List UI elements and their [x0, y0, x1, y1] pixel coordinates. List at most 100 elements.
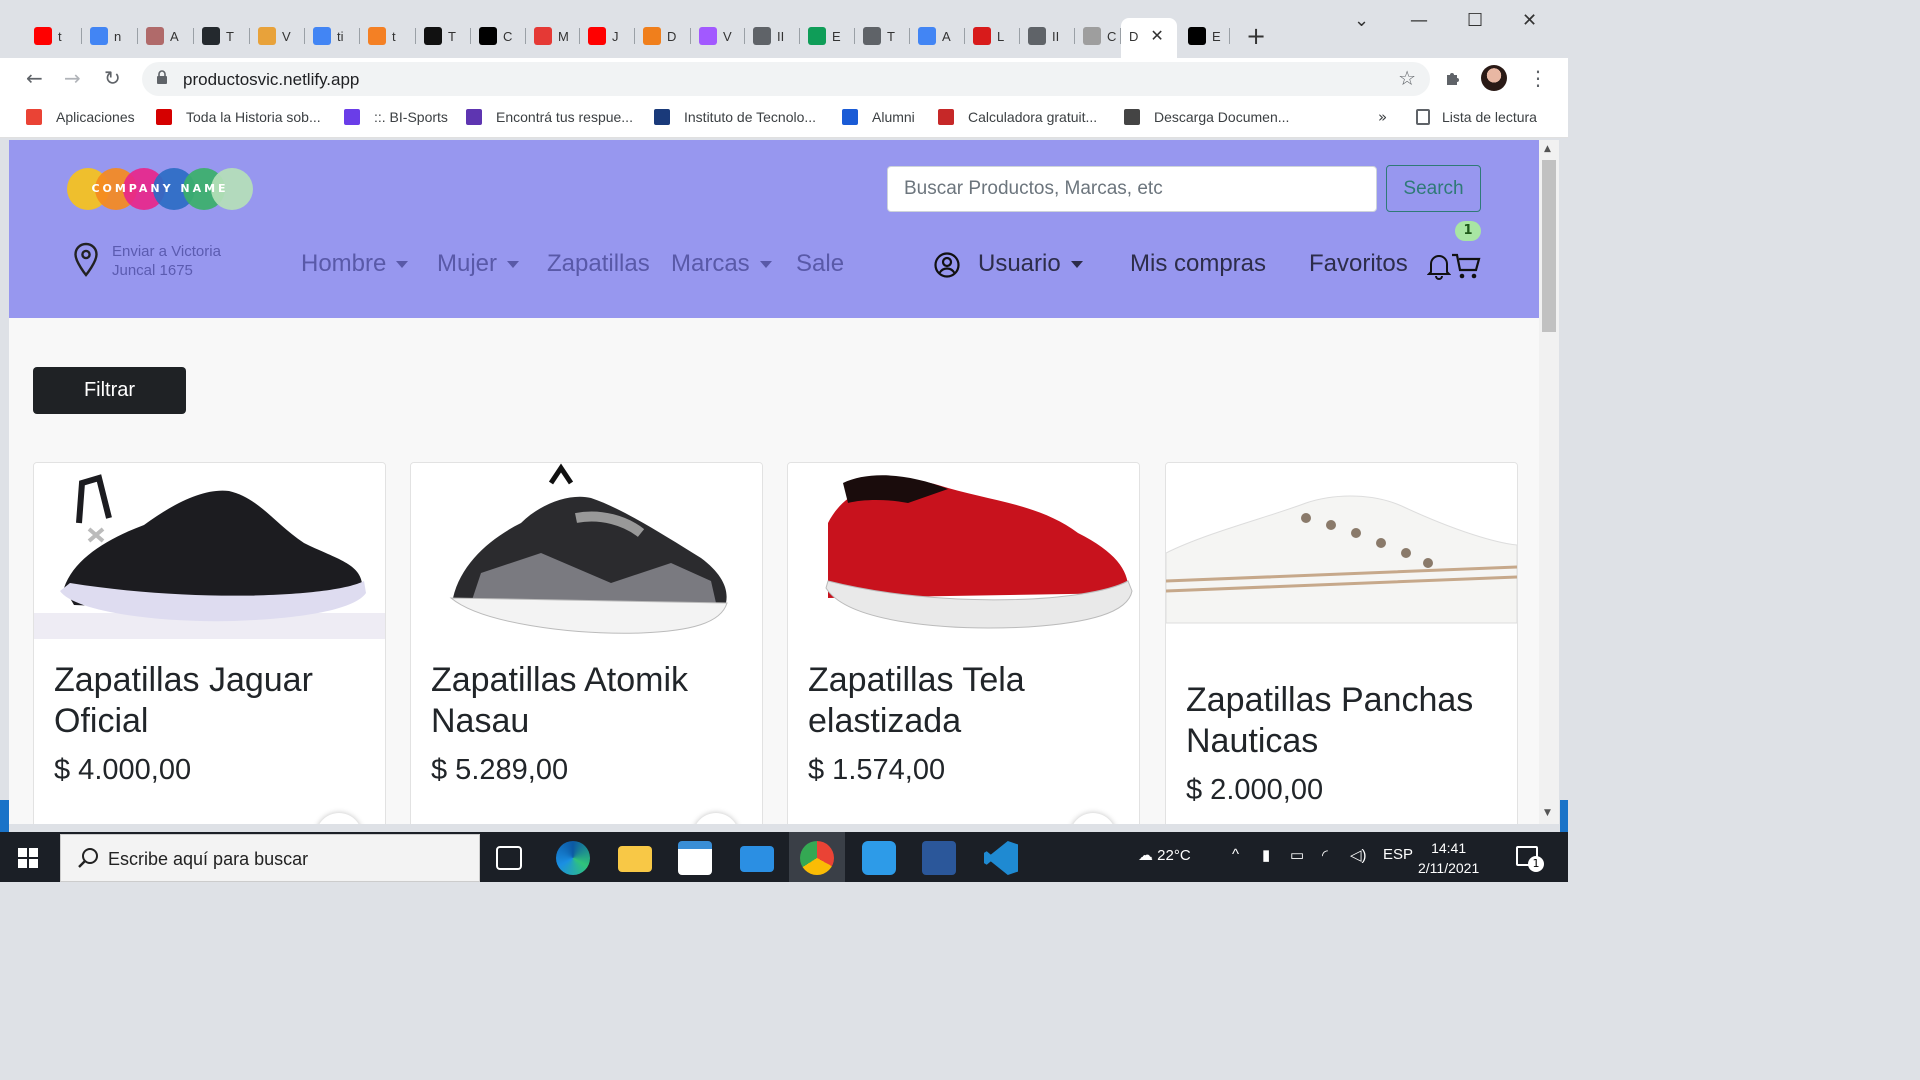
browser-tab[interactable]: A	[910, 20, 965, 52]
close-window-button[interactable]: ✕	[1522, 10, 1537, 31]
browser-tab[interactable]: T	[855, 20, 910, 52]
browser-tab[interactable]: A	[138, 20, 194, 52]
mail-icon[interactable]	[740, 846, 774, 872]
page-scrollbar[interactable]: ▲ ▼	[1539, 140, 1559, 824]
browser-tab[interactable]: D ✕	[1121, 18, 1177, 58]
browser-tab[interactable]: C	[1075, 20, 1121, 52]
new-tab-button[interactable]: +	[1246, 22, 1266, 50]
nav-mis-compras[interactable]: Mis compras	[1130, 250, 1266, 278]
scrollbar-thumb[interactable]	[1542, 160, 1556, 332]
search-button[interactable]: Search	[1386, 165, 1481, 212]
file-explorer-icon[interactable]	[618, 846, 652, 872]
browser-tab[interactable]: J	[580, 20, 635, 52]
browser-tab[interactable]: II	[745, 20, 800, 52]
browser-tab[interactable]: t	[26, 20, 82, 52]
microphone-icon[interactable]: ▮	[1262, 846, 1270, 864]
nav-sale[interactable]: Sale	[796, 250, 844, 278]
browser-tab[interactable]: ti	[305, 20, 360, 52]
volume-icon[interactable]: ◁)	[1350, 846, 1367, 864]
bookmark-item[interactable]: Descarga Documen...	[1124, 109, 1289, 125]
nav-mujer[interactable]: Mujer	[437, 250, 520, 278]
bookmark-item[interactable]: ::. BI-Sports	[344, 109, 448, 125]
browser-tab[interactable]: II	[1020, 20, 1075, 52]
browser-tab[interactable]: L	[965, 20, 1020, 52]
maximize-button[interactable]: ☐	[1467, 10, 1483, 31]
show-hidden-icons-chevron-icon[interactable]: ^	[1232, 846, 1239, 863]
reload-icon[interactable]: ↻	[104, 66, 121, 90]
bookmark-item[interactable]: Toda la Historia sob...	[156, 109, 321, 125]
microsoft-store-icon[interactable]	[678, 841, 712, 875]
nav-favoritos[interactable]: Favoritos	[1309, 250, 1408, 278]
product-card[interactable]: Zapatillas Jaguar Oficial $ 4.000,00	[33, 462, 386, 824]
browser-tab[interactable]: t	[360, 20, 416, 52]
nav-hombre[interactable]: Hombre	[301, 250, 409, 278]
bookmark-item[interactable]: Encontrá tus respue...	[466, 109, 633, 125]
product-card[interactable]: Zapatillas Panchas Nauticas $ 2.000,00	[1165, 462, 1518, 824]
minimize-button[interactable]: —	[1410, 10, 1428, 31]
location-pin-icon	[74, 242, 98, 277]
browser-tab[interactable]: C	[471, 20, 526, 52]
virtualbox-icon[interactable]	[862, 841, 896, 875]
system-clock[interactable]: 14:41 2/11/2021	[1418, 838, 1479, 878]
wifi-icon[interactable]: ◜	[1322, 846, 1328, 864]
product-title[interactable]: Zapatillas Jaguar Oficial	[54, 660, 374, 742]
nav-zapatillas[interactable]: Zapatillas	[547, 250, 650, 278]
browser-tab[interactable]: D	[635, 20, 691, 52]
browser-tab[interactable]: V	[691, 20, 745, 52]
word-icon[interactable]	[922, 841, 956, 875]
url-text[interactable]: productosvic.netlify.app	[183, 70, 359, 90]
browser-tab[interactable]: E	[1180, 20, 1230, 52]
bookmark-item[interactable]: Alumni	[842, 109, 915, 125]
browser-tab[interactable]: T	[194, 20, 250, 52]
product-card[interactable]: Zapatillas Tela elastizada $ 1.574,00	[787, 462, 1140, 824]
bookmark-item[interactable]: Calculadora gratuit...	[938, 109, 1097, 125]
company-logo[interactable]: COMPANY NAME	[67, 168, 253, 210]
reading-list-button[interactable]: Lista de lectura	[1416, 109, 1537, 125]
scroll-down-arrow-icon[interactable]: ▼	[1544, 808, 1551, 818]
bell-icon[interactable]	[1427, 252, 1451, 280]
favorite-button[interactable]	[693, 813, 739, 824]
notification-center-icon[interactable]: 1	[1516, 846, 1544, 872]
profile-avatar[interactable]	[1481, 65, 1507, 91]
weather-widget[interactable]: ☁ 22°C	[1138, 846, 1191, 864]
task-view-icon[interactable]	[496, 846, 522, 870]
vscode-icon[interactable]	[984, 841, 1018, 875]
tab-search-icon[interactable]: ⌄	[1354, 10, 1369, 31]
favorite-button[interactable]	[316, 813, 362, 824]
browser-tab[interactable]: T	[416, 20, 471, 52]
battery-icon[interactable]: ▭	[1290, 846, 1304, 864]
bookmark-favicon-icon	[26, 109, 42, 125]
nav-usuario[interactable]: Usuario	[978, 250, 1083, 278]
chrome-icon[interactable]	[800, 841, 834, 875]
scroll-up-arrow-icon[interactable]: ▲	[1544, 144, 1551, 154]
browser-tab[interactable]: n	[82, 20, 138, 52]
language-indicator[interactable]: ESP	[1383, 846, 1413, 863]
bookmark-label: Aplicaciones	[56, 109, 135, 125]
bookmark-item[interactable]: Aplicaciones	[26, 109, 135, 125]
product-card[interactable]: Zapatillas Atomik Nasau $ 5.289,00	[410, 462, 763, 824]
forward-arrow-icon[interactable]: →	[64, 66, 81, 90]
address-bar[interactable]: productosvic.netlify.app ☆	[142, 62, 1430, 96]
delivery-location[interactable]: Enviar a Victoria Juncal 1675	[112, 242, 221, 280]
bookmark-item[interactable]: Instituto de Tecnolo...	[654, 109, 816, 125]
close-tab-icon[interactable]: ✕	[1150, 26, 1163, 46]
filter-button[interactable]: Filtrar	[33, 367, 186, 414]
taskbar-search-box[interactable]: Escribe aquí para buscar	[60, 834, 480, 882]
nav-marcas[interactable]: Marcas	[671, 250, 772, 278]
cart-icon[interactable]	[1451, 252, 1481, 280]
favorite-button[interactable]	[1070, 813, 1116, 824]
product-search-input[interactable]	[887, 166, 1377, 212]
browser-tab[interactable]: V	[250, 20, 305, 52]
windows-start-icon[interactable]	[18, 848, 38, 868]
bookmarks-more-button[interactable]: »	[1378, 108, 1387, 126]
browser-tab[interactable]: E	[800, 20, 855, 52]
extensions-puzzle-icon[interactable]	[1444, 68, 1464, 88]
product-title[interactable]: Zapatillas Tela elastizada	[808, 660, 1128, 742]
bookmark-star-icon[interactable]: ☆	[1398, 66, 1416, 90]
back-arrow-icon[interactable]: ←	[26, 66, 43, 90]
browser-menu-icon[interactable]: ⋮	[1528, 66, 1548, 90]
edge-browser-icon[interactable]	[556, 841, 590, 875]
product-title[interactable]: Zapatillas Panchas Nauticas	[1186, 680, 1506, 762]
browser-tab[interactable]: M	[526, 20, 580, 52]
product-title[interactable]: Zapatillas Atomik Nasau	[431, 660, 751, 742]
